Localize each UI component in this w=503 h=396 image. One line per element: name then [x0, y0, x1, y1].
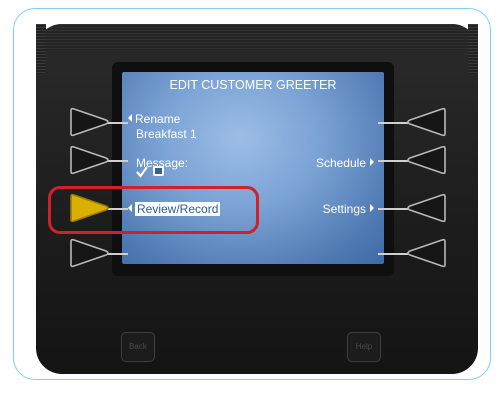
- message-box-icon: [153, 166, 164, 176]
- left-arrow-icon: [128, 114, 132, 122]
- right-key-3[interactable]: [404, 192, 448, 224]
- screen-title: EDIT CUSTOMER GREETER: [169, 78, 337, 92]
- settings-label: Settings: [322, 202, 366, 216]
- rename-label: Rename: [135, 112, 181, 126]
- highlight-callout: [48, 186, 259, 234]
- schedule-option[interactable]: Schedule: [316, 156, 374, 170]
- right-arrow-icon: [370, 204, 374, 212]
- right-vent: [468, 24, 478, 74]
- right-arrow-icon: [370, 158, 374, 166]
- left-key-1[interactable]: [68, 106, 112, 138]
- left-vent: [36, 24, 46, 74]
- right-key-2[interactable]: [404, 144, 448, 176]
- checkmark-icon: [136, 166, 148, 178]
- help-key[interactable]: Help: [347, 332, 381, 362]
- schedule-label: Schedule: [315, 156, 366, 170]
- left-key-2[interactable]: [68, 144, 112, 176]
- rename-option[interactable]: Rename: [128, 112, 180, 126]
- rename-value: Breakfast 1: [136, 127, 197, 141]
- right-key-4[interactable]: [404, 237, 448, 269]
- right-key-1[interactable]: [404, 106, 448, 138]
- left-key-4[interactable]: [68, 237, 112, 269]
- settings-option[interactable]: Settings: [323, 202, 374, 216]
- back-key[interactable]: Back: [121, 332, 155, 362]
- speaker-grille: [36, 24, 478, 50]
